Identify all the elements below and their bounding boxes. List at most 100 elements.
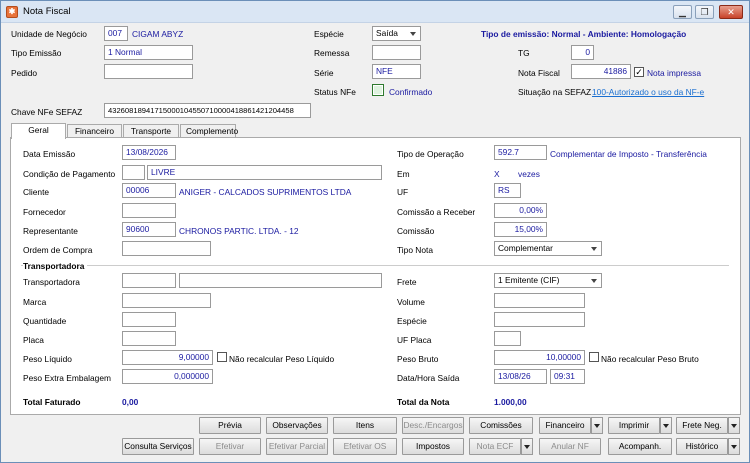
tab-transporte[interactable]: Transporte — [123, 124, 179, 138]
fornecedor-field[interactable] — [122, 203, 176, 218]
frete-select[interactable]: 1 Emitente (CIF) — [494, 273, 602, 288]
cliente-code-field[interactable]: 00006 — [122, 183, 176, 198]
cond-pag-code-field[interactable] — [122, 165, 145, 180]
tipo-operacao-label: Tipo de Operação — [397, 149, 464, 159]
observacoes-button[interactable]: Observações — [266, 417, 328, 434]
serie-field[interactable]: NFE — [372, 64, 421, 79]
chave-nfe-field[interactable]: 4326081894171500010455071000041886142120… — [104, 103, 311, 118]
data-emissao-field[interactable]: 13/08/2026 — [122, 145, 176, 160]
tipo-nota-select[interactable]: Complementar — [494, 241, 602, 256]
restore-button[interactable]: ❐ — [695, 5, 714, 19]
frete-value: 1 Emitente (CIF) — [498, 275, 560, 285]
tab-complemento[interactable]: Complemento — [180, 124, 238, 138]
efetivar-button[interactable]: Efetivar — [199, 438, 261, 455]
itens-button[interactable]: Itens — [333, 417, 397, 434]
comissao-label: Comissão — [397, 226, 435, 236]
total-nota-label: Total da Nota — [397, 397, 450, 407]
status-nfe-label: Status NFe — [314, 87, 356, 97]
cliente-label: Cliente — [23, 187, 50, 197]
nota-ecf-dropdown-icon[interactable] — [521, 438, 533, 455]
financeiro-dropdown-icon[interactable] — [591, 417, 603, 434]
nao-recalc-liquido-label: Não recalcular Peso Líquido — [229, 354, 335, 364]
marca-label: Marca — [23, 297, 47, 307]
remessa-field[interactable] — [372, 45, 421, 60]
nao-recalc-liquido-checkbox[interactable] — [217, 352, 227, 362]
transportadora-code-field[interactable] — [122, 273, 176, 288]
total-faturado-value: 0,00 — [122, 397, 139, 407]
peso-bruto-field[interactable]: 10,00000 — [494, 350, 585, 365]
comissao-field[interactable]: 15,00% — [494, 222, 547, 237]
ordem-compra-field[interactable] — [122, 241, 211, 256]
imprimir-dropdown-icon[interactable] — [660, 417, 672, 434]
tab-financeiro[interactable]: Financeiro — [67, 124, 122, 138]
historico-dropdown-icon[interactable] — [728, 438, 740, 455]
em-vezes: vezes — [518, 169, 540, 179]
financeiro-button[interactable]: Financeiro — [539, 417, 591, 434]
nota-fiscal-field[interactable]: 41886 — [571, 64, 631, 79]
data-hora-saida-label: Data/Hora Saída — [397, 373, 460, 383]
especie-transporte-field[interactable] — [494, 312, 585, 327]
uf-placa-field[interactable] — [494, 331, 521, 346]
peso-liquido-field[interactable]: 9,00000 — [122, 350, 213, 365]
tab-geral[interactable]: Geral — [11, 123, 66, 139]
nao-recalc-bruto-checkbox[interactable] — [589, 352, 599, 362]
comissoes-button[interactable]: Comissões — [469, 417, 533, 434]
efetivar-os-button[interactable]: Efetivar OS — [333, 438, 397, 455]
marca-field[interactable] — [122, 293, 211, 308]
tipo-nota-label: Tipo Nota — [397, 245, 433, 255]
situacao-sefaz-label: Situação na SEFAZ — [518, 87, 592, 97]
tipo-operacao-code-field[interactable]: 592.7 — [494, 145, 547, 160]
historico-button[interactable]: Histórico — [676, 438, 728, 455]
volume-label: Volume — [397, 297, 425, 307]
especie-value: Saída — [376, 28, 398, 38]
pedido-field[interactable] — [104, 64, 193, 79]
quantidade-field[interactable] — [122, 312, 176, 327]
minimize-button[interactable]: ▁ — [673, 5, 692, 19]
tipo-emissao-banner: Tipo de emissão: Normal - Ambiente: Homo… — [481, 29, 687, 39]
efetivar-parcial-button[interactable]: Efetivar Parcial — [266, 438, 328, 455]
frete-neg-dropdown-icon[interactable] — [728, 417, 740, 434]
anular-nf-button[interactable]: Anular NF — [539, 438, 601, 455]
em-x: X — [494, 169, 500, 179]
situacao-sefaz-link[interactable]: 100-Autorizado o uso da NF-e — [592, 87, 704, 97]
unidade-code-field[interactable]: 007 — [104, 26, 128, 41]
peso-extra-label: Peso Extra Embalagem — [23, 373, 111, 383]
uf-field[interactable]: RS — [494, 183, 521, 198]
serie-label: Série — [314, 68, 334, 78]
close-button[interactable]: ✕ — [719, 5, 743, 19]
acompanh-button[interactable]: Acompanh. — [608, 438, 672, 455]
placa-field[interactable] — [122, 331, 176, 346]
tipo-operacao-desc: Complementar de Imposto - Transferência — [550, 149, 707, 159]
comissao-receber-label: Comissão a Receber — [397, 207, 476, 217]
representante-code-field[interactable]: 90600 — [122, 222, 176, 237]
unidade-name: CIGAM ABYZ — [132, 29, 184, 39]
tipo-emissao-field[interactable]: 1 Normal — [104, 45, 193, 60]
consulta-servicos-button[interactable]: Consulta Serviços — [122, 438, 194, 455]
transportadora-section-title: Transportadora — [23, 261, 88, 271]
status-indicator-icon — [372, 84, 384, 96]
hora-saida-field[interactable]: 09:31 — [550, 369, 585, 384]
cond-pag-label: Condição de Pagamento — [23, 169, 116, 179]
frete-neg-button[interactable]: Frete Neg. — [676, 417, 728, 434]
impostos-button[interactable]: Impostos — [402, 438, 464, 455]
cond-pag-field[interactable]: LIVRE — [147, 165, 382, 180]
nao-recalc-bruto-label: Não recalcular Peso Bruto — [601, 354, 699, 364]
transportadora-name-field[interactable] — [179, 273, 382, 288]
tg-field[interactable]: 0 — [571, 45, 594, 60]
peso-bruto-label: Peso Bruto — [397, 354, 439, 364]
cliente-name: ANIGER - CALCADOS SUPRIMENTOS LTDA — [179, 187, 352, 197]
imprimir-button[interactable]: Imprimir — [608, 417, 660, 434]
especie-select[interactable]: Saída — [372, 26, 421, 41]
data-saida-field[interactable]: 13/08/26 — [494, 369, 547, 384]
previa-button[interactable]: Prévia — [199, 417, 261, 434]
uf-placa-label: UF Placa — [397, 335, 432, 345]
desc-encargos-button[interactable]: Desc./Encargos — [402, 417, 464, 434]
total-nota-value: 1.000,00 — [494, 397, 527, 407]
pedido-label: Pedido — [11, 68, 38, 78]
nota-impressa-checkbox[interactable]: ✓ — [634, 67, 644, 77]
total-faturado-label: Total Faturado — [23, 397, 81, 407]
volume-field[interactable] — [494, 293, 585, 308]
nota-ecf-button[interactable]: Nota ECF — [469, 438, 521, 455]
peso-extra-field[interactable]: 0,000000 — [122, 369, 213, 384]
comissao-receber-field[interactable]: 0,00% — [494, 203, 547, 218]
